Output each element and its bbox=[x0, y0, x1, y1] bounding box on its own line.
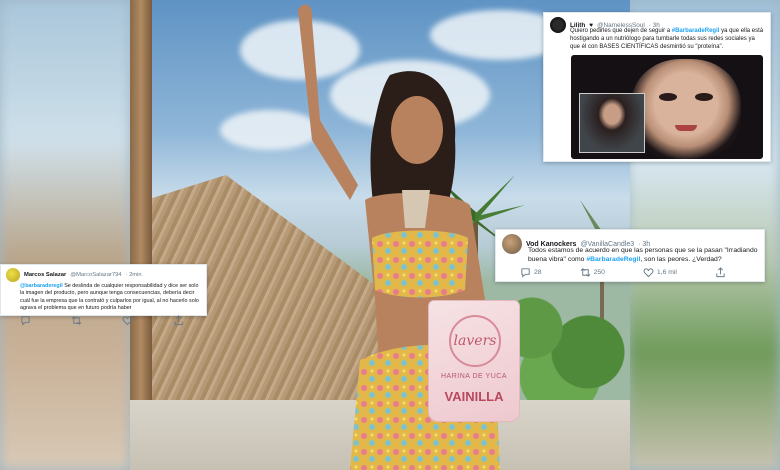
retweet-button[interactable]: 250 bbox=[580, 267, 605, 278]
reply-icon bbox=[21, 316, 30, 326]
hashtag-link[interactable]: #BarbaradeRegil bbox=[586, 256, 640, 263]
avatar[interactable] bbox=[550, 17, 566, 33]
tweet-handle[interactable]: @MarcoSalazar794 bbox=[70, 272, 121, 278]
product-logo: lavers bbox=[449, 315, 501, 367]
retweet-icon bbox=[580, 268, 590, 278]
share-icon bbox=[716, 267, 725, 278]
avatar[interactable] bbox=[502, 234, 522, 254]
product-bag: lavers HARINA DE YUCA VAINILLA bbox=[428, 300, 520, 422]
product-label: HARINA DE YUCA bbox=[441, 373, 507, 380]
tweet-text: @barbaraderegil Se deslinda de cualquier… bbox=[20, 283, 201, 312]
hashtag-link[interactable]: #BarbaradeRegil bbox=[672, 28, 720, 34]
meme-inset-photo bbox=[579, 93, 645, 153]
tweet-text: Quiero pedirles que dejen de seguir a #B… bbox=[570, 27, 764, 51]
like-button[interactable]: 1,6 mil bbox=[643, 267, 677, 278]
tweet-actions: 28 250 1,6 mil bbox=[520, 267, 758, 278]
tweet-media-image[interactable] bbox=[571, 55, 763, 159]
meme-face bbox=[631, 59, 741, 159]
tweet-card[interactable]: Lilith ♥ @NamelessSoul · 3h Quiero pedir… bbox=[543, 12, 771, 162]
tweet-header: Marcos Salazar @MarcoSalazar794 · 2min bbox=[6, 268, 201, 282]
tweet-text-part: , son las peores. ¿Verdad? bbox=[640, 256, 722, 264]
tweet-card[interactable]: Marcos Salazar @MarcoSalazar794 · 2min @… bbox=[0, 264, 207, 326]
share-button[interactable] bbox=[173, 315, 184, 326]
tweet-text: Todos estamos de acuerdo en que las pers… bbox=[528, 246, 758, 264]
share-button[interactable] bbox=[715, 267, 726, 278]
retweet-button[interactable] bbox=[71, 315, 82, 326]
retweet-icon bbox=[71, 316, 82, 326]
avatar[interactable] bbox=[6, 268, 20, 282]
tweet-card[interactable]: Vod Kanockers @VanillaCandle3 · 3h Todos… bbox=[495, 229, 765, 282]
like-button[interactable] bbox=[122, 315, 133, 326]
heart-icon bbox=[122, 316, 133, 326]
share-icon bbox=[174, 315, 183, 326]
reply-icon bbox=[521, 268, 530, 278]
reply-button[interactable] bbox=[20, 315, 31, 326]
mention-link[interactable]: @barbaraderegil bbox=[20, 283, 63, 289]
tweet-actions bbox=[20, 315, 201, 326]
heart-icon bbox=[643, 268, 654, 278]
tweet-time[interactable]: · 2min bbox=[126, 272, 142, 278]
tweet-text-part: Quiero pedirles que dejen de seguir a bbox=[570, 28, 672, 34]
reply-button[interactable]: 28 bbox=[520, 267, 542, 278]
blurred-left-panel bbox=[0, 0, 130, 470]
tweet-author[interactable]: Marcos Salazar bbox=[24, 272, 66, 278]
reply-count: 28 bbox=[534, 269, 542, 277]
product-flavor: VAINILLA bbox=[444, 389, 504, 404]
like-count: 1,6 mil bbox=[656, 269, 677, 277]
retweet-count: 250 bbox=[593, 269, 605, 277]
